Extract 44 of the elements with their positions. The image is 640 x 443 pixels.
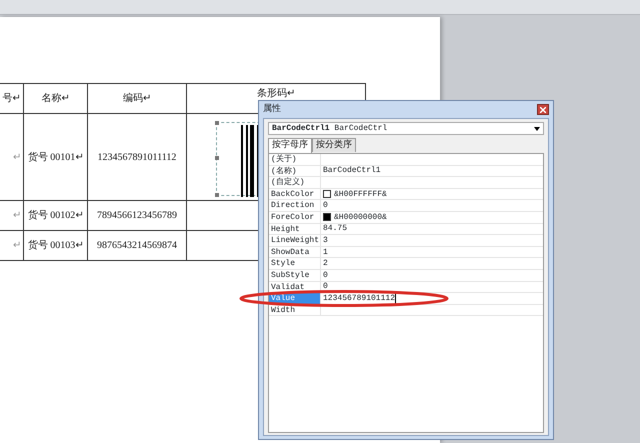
- property-value[interactable]: BarCodeCtrl1: [323, 165, 381, 176]
- column-header: 号↵: [2, 93, 20, 104]
- property-name[interactable]: ShowData: [269, 246, 321, 258]
- object-dropdown[interactable]: BarCodeCtrl1 BarCodeCtrl: [268, 122, 544, 135]
- property-value[interactable]: 0: [323, 270, 328, 281]
- property-name[interactable]: Width: [269, 304, 321, 316]
- tab[interactable]: 按分类序: [312, 138, 356, 152]
- close-button[interactable]: [537, 104, 549, 115]
- table-cell: 货号 00103↵: [28, 240, 84, 251]
- property-value[interactable]: 3: [323, 234, 328, 246]
- property-name[interactable]: (关于): [269, 154, 321, 165]
- table-cell: 1234567891011112: [98, 152, 176, 162]
- close-icon: [540, 106, 546, 113]
- property-value[interactable]: 2: [323, 258, 328, 270]
- property-name[interactable]: ForeColor: [269, 212, 321, 223]
- paragraph-mark: ↵: [13, 240, 21, 251]
- property-value[interactable]: 123456789101112: [323, 292, 396, 304]
- property-value[interactable]: 84.75: [323, 223, 348, 234]
- property-name[interactable]: (自定义): [269, 177, 321, 188]
- property-value[interactable]: 1: [323, 246, 328, 258]
- table-cell: 货号 00102↵: [28, 210, 84, 221]
- property-name[interactable]: LineWeight: [269, 235, 321, 246]
- column-header: 名称↵: [42, 93, 70, 104]
- paragraph-mark: ↵: [13, 152, 21, 162]
- property-value[interactable]: 0: [323, 281, 328, 292]
- property-name[interactable]: Validat: [269, 282, 321, 292]
- tab[interactable]: 按字母序: [268, 138, 312, 153]
- property-value[interactable]: 0: [323, 200, 328, 212]
- table-cell: 7894566123456789: [97, 210, 177, 221]
- property-name[interactable]: (名称): [269, 166, 321, 176]
- property-name[interactable]: SubStyle: [269, 270, 321, 281]
- property-value[interactable]: &H00FFFFFF&: [334, 188, 387, 200]
- property-name[interactable]: BackColor: [269, 188, 321, 200]
- column-header: 条形码↵: [257, 88, 295, 99]
- window-title: 属性: [263, 102, 281, 116]
- table-cell: 9876543214569874: [97, 240, 177, 251]
- column-header: 编码↵: [123, 93, 151, 104]
- property-value[interactable]: &H00000000&: [334, 212, 387, 223]
- table-cell: 货号 00101↵: [28, 152, 84, 162]
- property-name[interactable]: Style: [269, 258, 321, 269]
- caret-icon: [534, 126, 540, 130]
- property-name[interactable]: Direction: [269, 200, 321, 211]
- paragraph-mark: ↵: [13, 210, 21, 221]
- property-name[interactable]: Height: [269, 224, 321, 234]
